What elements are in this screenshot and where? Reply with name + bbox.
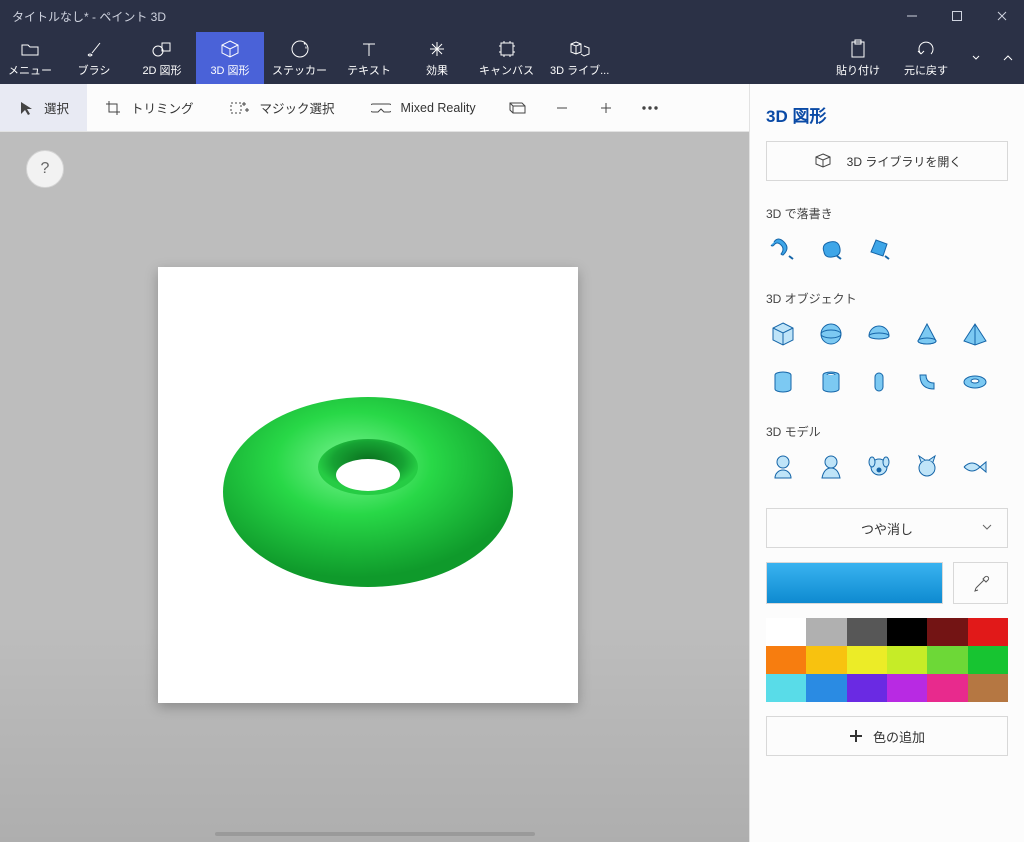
title-bar: タイトルなし* - ペイント 3D <box>0 0 1024 32</box>
sticker-icon <box>290 39 310 59</box>
maximize-button[interactable] <box>934 0 979 32</box>
obj-cone[interactable] <box>910 317 944 351</box>
tab-2d-shapes[interactable]: 2D 図形 <box>128 32 196 84</box>
collapse-ribbon[interactable] <box>992 32 1024 84</box>
eyedropper-icon <box>972 574 990 592</box>
plus-icon <box>849 729 863 743</box>
folder-icon <box>20 39 40 59</box>
side-panel: 3D 図形 3D ライブラリを開く 3D で落書き 3D オブジェクト 3D モ… <box>749 84 1024 842</box>
torus-shape <box>158 267 578 703</box>
doodle-section-label: 3D で落書き <box>766 205 1008 222</box>
window-title: タイトルなし* - ペイント 3D <box>0 8 889 25</box>
more-tools[interactable] <box>628 84 672 131</box>
swatch-7[interactable] <box>806 646 846 674</box>
tab-3d-library[interactable]: 3D ライブ... <box>542 32 617 84</box>
canvas-area[interactable]: ? <box>0 132 749 842</box>
zoom-out[interactable] <box>540 84 584 131</box>
swatch-10[interactable] <box>927 646 967 674</box>
swatch-14[interactable] <box>847 674 887 702</box>
obj-tube[interactable] <box>814 365 848 399</box>
model-man[interactable] <box>766 450 800 484</box>
panel-title: 3D 図形 <box>766 102 1008 127</box>
effects-icon <box>427 39 447 59</box>
mixed-reality-tool[interactable]: Mixed Reality <box>353 84 494 131</box>
undo-button[interactable]: 元に戻す <box>892 32 960 84</box>
close-button[interactable] <box>979 0 1024 32</box>
swatch-16[interactable] <box>927 674 967 702</box>
obj-curved[interactable] <box>910 365 944 399</box>
swatch-2[interactable] <box>847 618 887 646</box>
obj-capsule[interactable] <box>862 365 896 399</box>
obj-sphere[interactable] <box>814 317 848 351</box>
ribbon: メニュー ブラシ 2D 図形 3D 図形 ステッカー テキスト 効果 キャンバス… <box>0 32 1024 84</box>
swatch-5[interactable] <box>968 618 1008 646</box>
text-icon <box>360 39 378 59</box>
doodle-soft[interactable] <box>814 232 848 266</box>
tab-effects[interactable]: 効果 <box>403 32 471 84</box>
tab-text[interactable]: テキスト <box>335 32 403 84</box>
brush-icon <box>84 39 104 59</box>
tab-stickers[interactable]: ステッカー <box>264 32 335 84</box>
swatch-15[interactable] <box>887 674 927 702</box>
swatch-9[interactable] <box>887 646 927 674</box>
model-fish[interactable] <box>958 450 992 484</box>
library-icon <box>569 39 591 59</box>
swatch-1[interactable] <box>806 618 846 646</box>
undo-icon <box>916 39 936 59</box>
minimize-button[interactable] <box>889 0 934 32</box>
swatch-0[interactable] <box>766 618 806 646</box>
zoom-in[interactable] <box>584 84 628 131</box>
doodle-grid <box>766 232 1008 266</box>
obj-pyramid[interactable] <box>958 317 992 351</box>
current-color[interactable] <box>766 562 943 604</box>
tab-canvas[interactable]: キャンバス <box>471 32 542 84</box>
obj-cube[interactable] <box>766 317 800 351</box>
model-cat[interactable] <box>910 450 944 484</box>
paste-button[interactable]: 貼り付け <box>824 32 892 84</box>
doodle-sharp[interactable] <box>862 232 896 266</box>
crop-tool[interactable]: トリミング <box>87 84 212 131</box>
obj-cylinder[interactable] <box>766 365 800 399</box>
models-grid <box>766 450 1008 484</box>
redo-dropdown[interactable] <box>960 32 992 84</box>
tab-brushes[interactable]: ブラシ <box>60 32 128 84</box>
models-section-label: 3D モデル <box>766 423 1008 440</box>
doodle-tube[interactable] <box>766 232 800 266</box>
horizontal-scrollbar[interactable] <box>215 832 535 836</box>
swatch-6[interactable] <box>766 646 806 674</box>
swatch-3[interactable] <box>887 618 927 646</box>
open-3d-library-button[interactable]: 3D ライブラリを開く <box>766 141 1008 181</box>
swatch-13[interactable] <box>806 674 846 702</box>
cube-icon <box>220 39 240 59</box>
objects-grid <box>766 317 1008 399</box>
add-color-button[interactable]: 色の追加 <box>766 716 1008 756</box>
obj-torus[interactable] <box>958 365 992 399</box>
shapes-2d-icon <box>151 39 173 59</box>
eyedropper-button[interactable] <box>953 562 1008 604</box>
swatch-8[interactable] <box>847 646 887 674</box>
swatch-12[interactable] <box>766 674 806 702</box>
view-3d-tool[interactable] <box>494 84 540 131</box>
canvas[interactable] <box>158 267 578 703</box>
model-woman[interactable] <box>814 450 848 484</box>
objects-section-label: 3D オブジェクト <box>766 290 1008 307</box>
material-dropdown[interactable]: つや消し <box>766 508 1008 548</box>
menu-button[interactable]: メニュー <box>0 32 60 84</box>
swatch-4[interactable] <box>927 618 967 646</box>
library-icon <box>813 152 833 170</box>
model-dog[interactable] <box>862 450 896 484</box>
canvas-icon <box>497 39 517 59</box>
swatch-11[interactable] <box>968 646 1008 674</box>
clipboard-icon <box>849 39 867 59</box>
magic-select-tool[interactable]: マジック選択 <box>212 84 353 131</box>
color-swatches <box>766 618 1008 702</box>
swatch-17[interactable] <box>968 674 1008 702</box>
help-button[interactable]: ? <box>26 150 64 188</box>
tab-3d-shapes[interactable]: 3D 図形 <box>196 32 264 84</box>
chevron-down-icon <box>981 521 993 536</box>
obj-hemisphere[interactable] <box>862 317 896 351</box>
select-tool[interactable]: 選択 <box>0 84 87 131</box>
menu-label: メニュー <box>8 62 52 78</box>
